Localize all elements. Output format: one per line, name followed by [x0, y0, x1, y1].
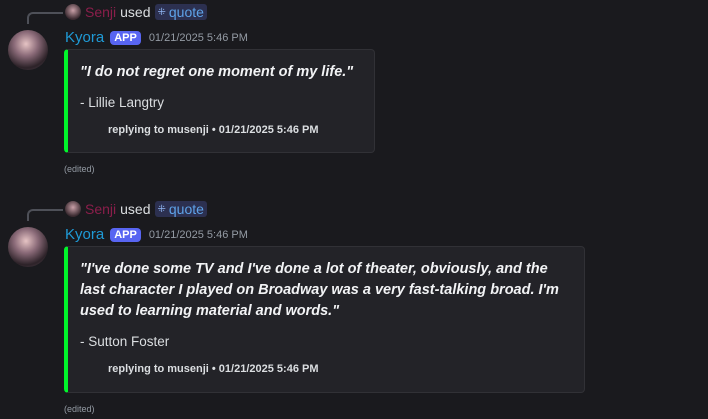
command-icon: ⁜ [157, 203, 166, 215]
quote-text: "I've done some TV and I've done a lot o… [80, 261, 559, 319]
invoker-avatar[interactable] [65, 4, 81, 20]
command-reply[interactable]: Senji used ⁜ quote [65, 201, 207, 217]
command-chip[interactable]: ⁜ quote [154, 4, 207, 20]
command-name: quote [168, 4, 204, 20]
author-name[interactable]: Kyora [65, 226, 104, 243]
used-label: used [120, 201, 151, 217]
invoker-name[interactable]: Senji [85, 201, 116, 217]
command-name: quote [168, 201, 204, 217]
quote-embed: "I do not regret one moment of my life."… [64, 49, 375, 153]
timestamp[interactable]: 01/21/2025 5:46 PM [149, 32, 248, 44]
timestamp[interactable]: 01/21/2025 5:46 PM [149, 229, 248, 241]
app-badge: APP [110, 30, 141, 45]
quote-text: "I do not regret one moment of my life." [80, 64, 354, 80]
avatar[interactable] [8, 227, 48, 267]
quote-attribution: - Sutton Foster [80, 334, 170, 349]
reply-spine [27, 209, 63, 221]
embed-footer: replying to musenji • 01/21/2025 5:46 PM [108, 124, 319, 136]
command-chip[interactable]: ⁜ quote [154, 201, 207, 217]
command-icon: ⁜ [157, 6, 166, 18]
reply-spine [27, 12, 63, 24]
app-badge: APP [110, 227, 141, 242]
quote-embed: "I've done some TV and I've done a lot o… [64, 246, 585, 393]
message-header: Kyora APP 01/21/2025 5:46 PM [65, 29, 248, 46]
command-reply[interactable]: Senji used ⁜ quote [65, 4, 207, 20]
edited-label: (edited) [64, 164, 95, 174]
invoker-name[interactable]: Senji [85, 4, 116, 20]
embed-footer: replying to musenji • 01/21/2025 5:46 PM [108, 363, 319, 375]
quote-attribution: - Lillie Langtry [80, 95, 165, 110]
avatar[interactable] [8, 30, 48, 70]
invoker-avatar[interactable] [65, 201, 81, 217]
used-label: used [120, 4, 151, 20]
author-name[interactable]: Kyora [65, 29, 104, 46]
edited-label: (edited) [64, 404, 95, 414]
message-header: Kyora APP 01/21/2025 5:46 PM [65, 226, 248, 243]
